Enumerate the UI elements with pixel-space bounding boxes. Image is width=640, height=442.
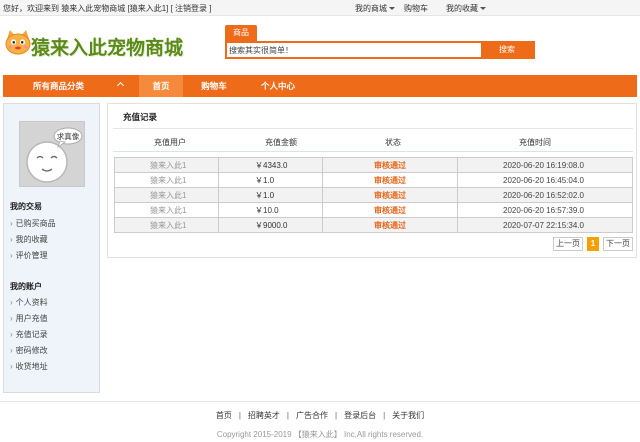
footer-link-jobs[interactable]: 招聘英才 — [248, 411, 280, 420]
nav-item-user-center[interactable]: 个人中心 — [247, 75, 309, 97]
sidebar-item-password[interactable]: 密码修改 — [10, 345, 48, 356]
nav-item-cart[interactable]: 购物车 — [187, 75, 241, 97]
divider — [113, 128, 633, 129]
sidebar: 求真像 我的交易 已购买商品 我的收藏 评价管理 我的账户 个人资料 用户充值 … — [3, 103, 100, 393]
cell-amount: ￥9000.0 — [218, 217, 323, 233]
favorites-menu[interactable]: 我的收藏 — [446, 3, 486, 14]
table-row: 猿来入此1 ￥9000.0 审核通过 2020-07-07 22:15:34.0 — [114, 217, 633, 233]
column-header-status: 状态 — [385, 138, 401, 147]
status-badge: 审核通过 — [322, 202, 458, 218]
category-menu[interactable]: 所有商品分类 — [3, 75, 135, 97]
table-row: 猿来入此1 ￥10.0 审核通过 2020-06-20 16:57:39.0 — [114, 202, 633, 218]
cell-user: 猿来入此1 — [114, 172, 219, 188]
nav-item-home[interactable]: 首页 — [139, 75, 183, 97]
footer-link-ads[interactable]: 广告合作 — [296, 411, 328, 420]
cell-time: 2020-06-20 16:19:08.0 — [457, 157, 633, 173]
status-badge: 审核通过 — [322, 172, 458, 188]
top-bar: 您好，欢迎来到 猿来入此宠物商城 [猿来入此1] [ 注销登录 ] 我的商城 购… — [0, 0, 640, 16]
avatar-caption: 求真像 — [57, 131, 80, 141]
favorites-label: 我的收藏 — [446, 4, 478, 13]
sidebar-item-purchased[interactable]: 已购买商品 — [10, 218, 56, 229]
username-link[interactable]: [猿来入此1] — [127, 4, 168, 13]
cell-user: 猿来入此1 — [114, 217, 219, 233]
column-header-user: 充值用户 — [154, 138, 186, 147]
site-logo[interactable]: 猿来入此宠物商城 — [4, 28, 200, 66]
avatar[interactable]: 求真像 — [19, 121, 85, 187]
copyright-text: Copyright 2015-2019 【猿来入此】 Inc,All right… — [216, 430, 424, 439]
sidebar-item-favorites[interactable]: 我的收藏 — [10, 234, 48, 245]
table-header: 充值用户 充值金额 状态 充值时间 — [113, 132, 633, 152]
status-badge: 审核通过 — [322, 217, 458, 233]
cell-amount: ￥10.0 — [218, 202, 323, 218]
recharge-records-panel: 充值记录 充值用户 充值金额 状态 充值时间 猿来入此1 ￥4343.0 审核通… — [107, 103, 637, 258]
sidebar-item-profile[interactable]: 个人资料 — [10, 297, 48, 308]
cell-time: 2020-07-07 22:15:34.0 — [457, 217, 633, 233]
search-box: 搜索 — [225, 41, 535, 59]
main-nav: 所有商品分类 首页 购物车 个人中心 — [3, 75, 637, 97]
page-title: 充值记录 — [123, 112, 158, 122]
recharge-table: 猿来入此1 ￥4343.0 审核通过 2020-06-20 16:19:08.0… — [114, 157, 633, 233]
default-avatar-icon: 求真像 — [26, 127, 83, 183]
cart-link[interactable]: 购物车 — [404, 3, 428, 14]
logout-link[interactable]: [ 注销登录 ] — [171, 4, 212, 13]
footer-link-admin[interactable]: 登录后台 — [344, 411, 376, 420]
cell-user: 猿来入此1 — [114, 157, 219, 173]
search-category-tab[interactable]: 商品 — [225, 25, 257, 42]
search-button[interactable]: 搜索 — [481, 43, 533, 57]
cell-user: 猿来入此1 — [114, 202, 219, 218]
table-row: 猿来入此1 ￥1.0 审核通过 2020-06-20 16:45:04.0 — [114, 172, 633, 188]
logo-text: 猿来入此宠物商城 — [31, 37, 184, 59]
prev-page-button[interactable]: 上一页 — [553, 237, 583, 251]
footer-links: 首页 | 招聘英才 | 广告合作 | 登录后台 | 关于我们 — [215, 411, 425, 420]
footer-link-about[interactable]: 关于我们 — [392, 411, 424, 420]
sidebar-item-recharge-records[interactable]: 充值记录 — [10, 329, 48, 340]
table-row: 猿来入此1 ￥4343.0 审核通过 2020-06-20 16:19:08.0 — [114, 157, 633, 173]
cell-time: 2020-06-20 16:45:04.0 — [457, 172, 633, 188]
chevron-up-icon — [116, 81, 125, 90]
status-badge: 审核通过 — [322, 187, 458, 203]
status-badge: 审核通过 — [322, 157, 458, 173]
cell-time: 2020-06-20 16:52:02.0 — [457, 187, 633, 203]
table-row: 猿来入此1 ￥1.0 审核通过 2020-06-20 16:52:02.0 — [114, 187, 633, 203]
cell-amount: ￥4343.0 — [218, 157, 323, 173]
category-menu-label: 所有商品分类 — [33, 81, 85, 91]
sidebar-item-reviews[interactable]: 评价管理 — [10, 250, 48, 261]
page-number-current[interactable]: 1 — [587, 237, 599, 251]
section-title-account: 我的账户 — [10, 282, 42, 291]
sidebar-item-recharge[interactable]: 用户充值 — [10, 313, 48, 324]
cell-amount: ￥1.0 — [218, 187, 323, 203]
top-bar-left: 您好，欢迎来到 猿来入此宠物商城 [猿来入此1] [ 注销登录 ] — [3, 3, 212, 14]
column-header-amount: 充值金额 — [265, 138, 297, 147]
chevron-down-icon — [389, 7, 395, 11]
section-title-trades: 我的交易 — [10, 202, 42, 211]
next-page-button[interactable]: 下一页 — [603, 237, 633, 251]
cell-user: 猿来入此1 — [114, 187, 219, 203]
footer-link-home[interactable]: 首页 — [216, 411, 232, 420]
cell-time: 2020-06-20 16:57:39.0 — [457, 202, 633, 218]
welcome-text: 您好，欢迎来到 猿来入此宠物商城 — [3, 4, 126, 13]
search-input[interactable] — [229, 44, 479, 56]
my-mall-label: 我的商城 — [355, 4, 387, 13]
cat-logo-icon — [5, 30, 31, 55]
sidebar-item-address[interactable]: 收货地址 — [10, 361, 48, 372]
my-mall-menu[interactable]: 我的商城 — [355, 3, 395, 14]
cell-amount: ￥1.0 — [218, 172, 323, 188]
footer-divider — [0, 401, 640, 402]
chevron-down-icon — [480, 7, 486, 11]
column-header-time: 充值时间 — [519, 138, 551, 147]
